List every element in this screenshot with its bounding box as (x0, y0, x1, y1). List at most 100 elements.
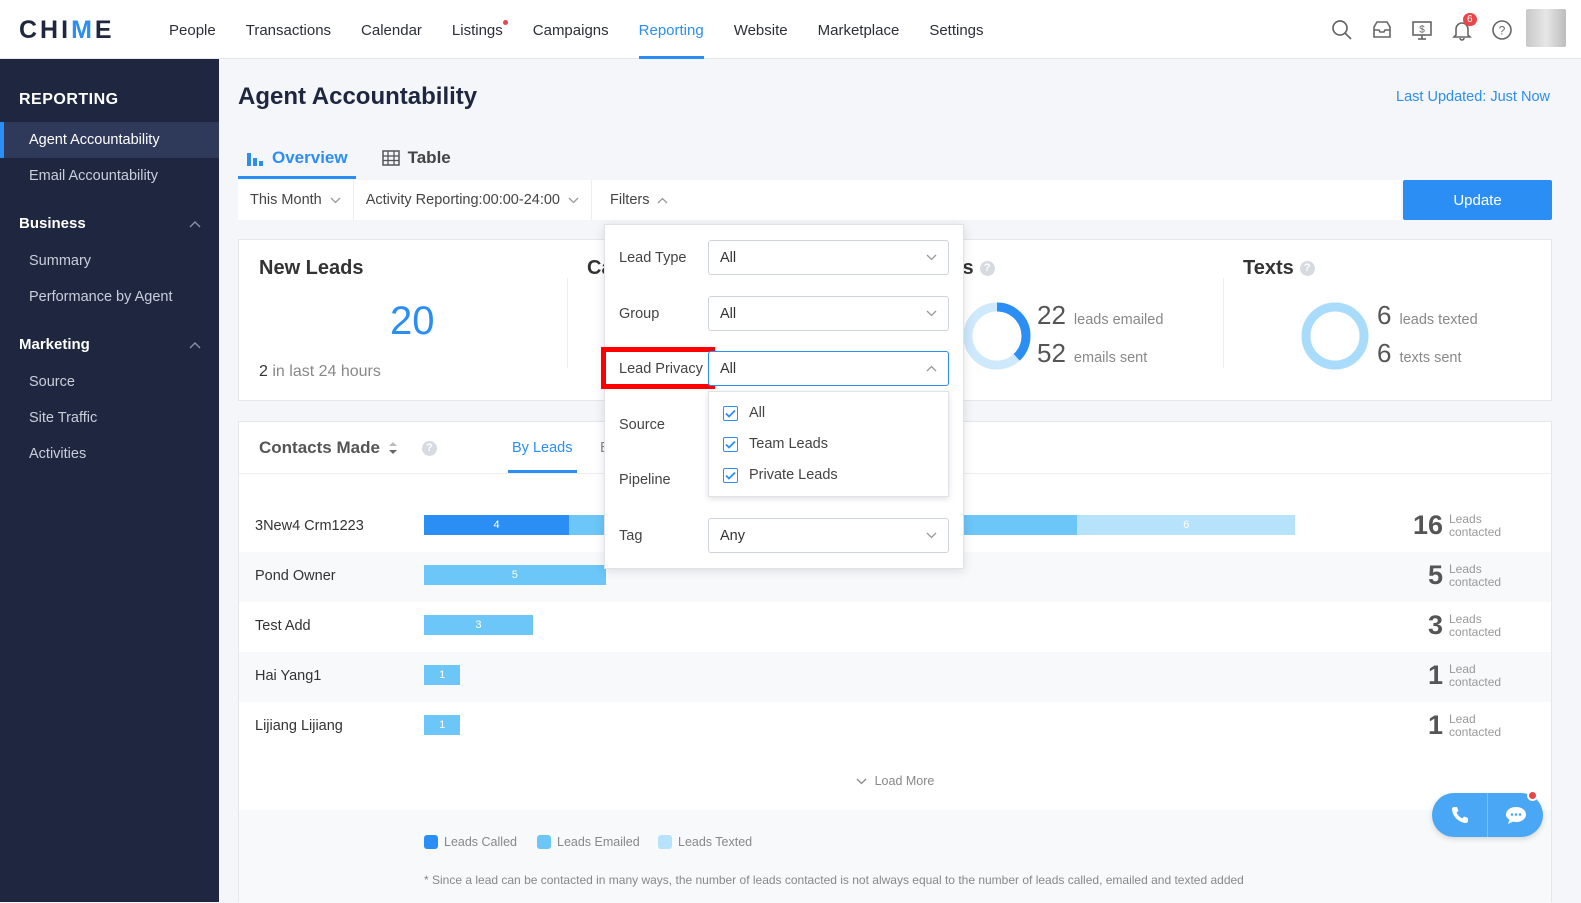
nav-settings[interactable]: Settings (914, 0, 998, 59)
table-row[interactable]: Test Add 3 3 Leads contacted (239, 602, 1551, 652)
texts-donut (1301, 302, 1369, 370)
sidebar-item-site-traffic[interactable]: Site Traffic (0, 400, 219, 436)
tab-table[interactable]: Table (374, 137, 459, 179)
period-select[interactable]: This Month (238, 180, 354, 220)
sidebar-section-business-label: Business (19, 215, 86, 232)
bar-segment-emailed[interactable]: 1 (424, 715, 461, 735)
lead-type-label: Lead Type (619, 250, 687, 266)
bar-segment-emailed[interactable]: 1 (424, 665, 461, 685)
chime-logo[interactable]: CHIME (19, 16, 115, 45)
nav-marketplace[interactable]: Marketplace (803, 0, 915, 59)
privacy-option-team-leads-label: Team Leads (749, 436, 828, 452)
nav-transactions[interactable]: Transactions (231, 0, 346, 59)
nav-listings[interactable]: Listings (437, 0, 518, 59)
sidebar-section-marketing[interactable]: Marketing (19, 336, 201, 353)
help-icon[interactable]: ? (1482, 14, 1522, 46)
sidebar-item-performance-by-agent[interactable]: Performance by Agent (0, 279, 219, 315)
nav-listings-label: Listings (451, 22, 503, 39)
legend-leads-texted: Leads Texted (658, 835, 752, 849)
chevron-down-icon (568, 197, 579, 203)
row-total-label-2: contacted (1449, 624, 1502, 639)
contacts-bar: 5 (424, 565, 606, 585)
leads-emailed-label: leads emailed (1073, 312, 1164, 328)
row-total-label-1: Leads (1449, 511, 1482, 526)
activity-reporting-select[interactable]: Activity Reporting:00:00-24:00 (354, 180, 592, 220)
nav-campaigns[interactable]: Campaigns (518, 0, 624, 59)
lead-privacy-dropdown: All Team Leads Private Leads (708, 391, 949, 497)
row-total: 1 Lead contacted (1428, 710, 1509, 741)
search-icon[interactable] (1322, 14, 1362, 46)
texts-title-text: Texts (1243, 257, 1294, 279)
checkbox-checked-icon[interactable] (723, 405, 738, 421)
chevron-up-icon (189, 220, 201, 227)
table-row[interactable]: Lijiang Lijiang 1 1 Lead contacted (239, 702, 1551, 752)
last-updated-link[interactable]: Last Updated: Just Now (1396, 89, 1550, 105)
row-total-label-2: contacted (1449, 724, 1502, 739)
svg-text:?: ? (1499, 24, 1506, 38)
contacts-title-text: Contacts Made (259, 438, 380, 457)
tab-overview-label: Overview (272, 148, 348, 167)
avatar[interactable] (1526, 9, 1566, 47)
bar-segment-called[interactable]: 4 (424, 515, 570, 535)
chevron-up-icon (189, 341, 201, 348)
table-row[interactable]: Hai Yang1 1 1 Lead contacted (239, 652, 1551, 702)
sidebar-item-agent-accountability[interactable]: Agent Accountability (0, 122, 219, 158)
legend-swatch (658, 835, 672, 849)
row-total-label-2: contacted (1449, 674, 1502, 689)
bar-segment-emailed[interactable]: 3 (424, 615, 533, 635)
sidebar-item-email-accountability[interactable]: Email Accountability (0, 158, 219, 194)
chevron-down-icon (330, 197, 341, 203)
checkbox-checked-icon[interactable] (723, 436, 738, 452)
tab-overview[interactable]: Overview (238, 137, 356, 179)
phone-icon[interactable] (1432, 793, 1487, 837)
emails-sent-label: emails sent (1073, 350, 1148, 366)
dollar-screen-icon[interactable]: $ (1402, 14, 1442, 46)
legend-swatch (537, 835, 551, 849)
sidebar-item-summary[interactable]: Summary (0, 243, 219, 279)
inbox-icon[interactable] (1362, 14, 1402, 46)
view-tabs: Overview Table (238, 137, 477, 179)
group-select[interactable]: All (708, 296, 949, 331)
bar-segment-emailed[interactable]: 5 (424, 565, 606, 585)
privacy-option-all[interactable]: All (723, 405, 765, 421)
row-total-label: Lead contacted (1449, 712, 1509, 739)
checkbox-checked-icon[interactable] (723, 467, 738, 483)
sidebar-section-business[interactable]: Business (19, 215, 201, 232)
chevron-down-icon (926, 310, 937, 317)
sidebar-item-activities[interactable]: Activities (0, 436, 219, 472)
top-icons: $ 6 ? (1322, 13, 1522, 46)
nav-reporting[interactable]: Reporting (624, 0, 719, 59)
activity-reporting-value: Activity Reporting:00:00-24:00 (365, 192, 560, 208)
legend-leads-called-label: Leads Called (444, 835, 517, 849)
row-total-count: 1 (1427, 710, 1443, 740)
nav-calendar[interactable]: Calendar (346, 0, 437, 59)
tab-by-leads[interactable]: By Leads (512, 440, 572, 456)
lead-privacy-select[interactable]: All (708, 351, 949, 386)
contacts-bar: 3 (424, 615, 533, 635)
nav-website[interactable]: Website (719, 0, 803, 59)
contacts-bar: 1 (424, 715, 461, 735)
load-more-button[interactable]: Load More (239, 774, 1551, 788)
contacts-title[interactable]: Contacts Made ? (259, 438, 437, 458)
privacy-option-private-leads[interactable]: Private Leads (723, 467, 838, 483)
lead-type-select[interactable]: All (708, 240, 949, 275)
help-circle-icon[interactable]: ? (1299, 261, 1315, 277)
bar-segment-texted[interactable]: 6 (1077, 515, 1296, 535)
bell-icon[interactable]: 6 (1442, 13, 1482, 46)
row-total-count: 5 (1427, 560, 1443, 590)
sort-icon[interactable] (388, 441, 398, 455)
tag-select[interactable]: Any (708, 518, 949, 553)
nav-people[interactable]: People (154, 0, 231, 59)
svg-text:$: $ (1419, 25, 1425, 36)
help-circle-icon[interactable]: ? (421, 440, 437, 456)
filters-toggle[interactable]: Filters (592, 180, 680, 220)
sidebar-item-source[interactable]: Source (0, 364, 219, 400)
lead-type-value: All (720, 249, 737, 266)
texts-sent-label: texts sent (1399, 350, 1462, 366)
privacy-option-team-leads[interactable]: Team Leads (723, 436, 828, 452)
row-agent-name: Test Add (255, 618, 311, 634)
new-leads-value: 20 (390, 299, 435, 343)
update-button[interactable]: Update (1403, 180, 1552, 220)
leads-emailed-stat: 22 leads emailed (1037, 300, 1163, 331)
help-circle-icon[interactable]: ? (979, 261, 995, 277)
